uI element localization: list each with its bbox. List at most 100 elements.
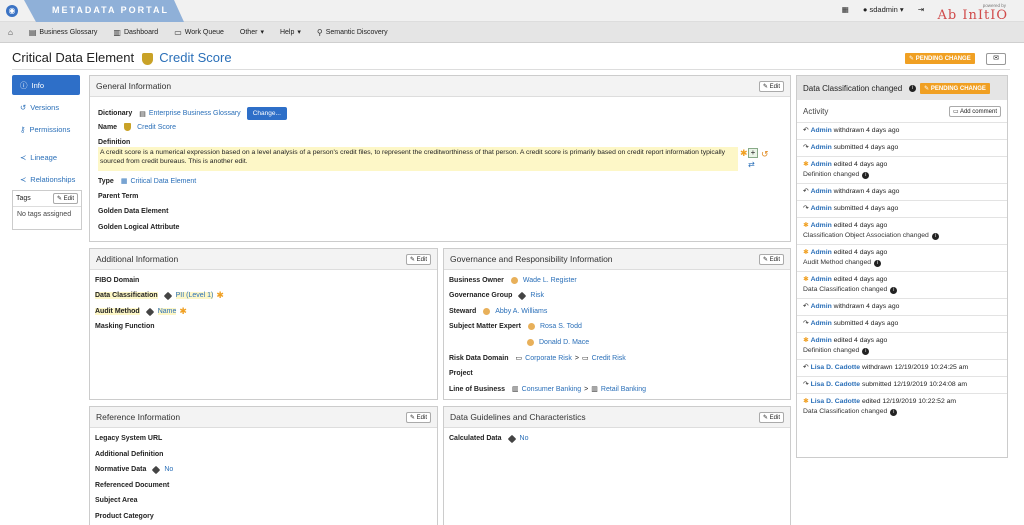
info-icon[interactable]: i xyxy=(890,409,898,416)
leftnav-permissions[interactable]: ⚷ Permissions xyxy=(12,119,80,139)
activity-item: ↷ Admin submitted 4 days ago xyxy=(797,139,1007,156)
nav-business-glossary[interactable]: ▤ Business Glossary xyxy=(21,22,106,43)
calc-link[interactable]: No xyxy=(520,435,529,442)
user-menu[interactable]: ● sdadmin ▾ xyxy=(863,5,904,14)
home-icon: ⌂ xyxy=(8,27,13,37)
swap-icon[interactable]: ⇄ xyxy=(748,160,755,169)
activity-user-link[interactable]: Admin xyxy=(811,303,832,310)
info-icon[interactable]: i xyxy=(931,233,939,240)
brand-name: Ab InItIO xyxy=(937,8,1008,23)
add-comment-button[interactable]: ▭ Add comment xyxy=(948,105,1001,117)
activity-user-link[interactable]: Lisa D. Cadotte xyxy=(811,398,860,405)
activity-user-link[interactable]: Lisa D. Cadotte xyxy=(811,381,860,388)
info-icon[interactable]: i xyxy=(890,287,898,294)
edit-label: Edit xyxy=(769,83,780,90)
asterisk-icon: ✱ xyxy=(803,161,811,168)
add-icon[interactable]: + xyxy=(748,148,758,158)
risk-link-2[interactable]: Credit Risk xyxy=(592,355,626,362)
tags-edit-button[interactable]: ✎ Edit xyxy=(52,193,78,204)
lob-link-2[interactable]: Retail Banking xyxy=(601,386,646,393)
audit-link[interactable]: Name xyxy=(157,308,177,315)
change-button[interactable]: Change... xyxy=(246,107,287,120)
activity-user-link[interactable]: Admin xyxy=(811,276,832,283)
activity-item: ↶ Admin withdrawn 4 days ago xyxy=(797,298,1007,315)
activity-item: ✱ Admin edited 4 days ago Classification … xyxy=(797,217,1007,244)
sme-link-1[interactable]: Rosa S. Todd xyxy=(540,323,582,330)
activity-user-link[interactable]: Admin xyxy=(811,161,832,168)
activity-user-link[interactable]: Admin xyxy=(811,249,832,256)
risk-separator: > xyxy=(574,354,579,362)
activity-action: submitted 12/19/2019 10:24:08 am xyxy=(861,381,968,388)
normative-link[interactable]: No xyxy=(164,466,173,473)
info-icon[interactable]: i xyxy=(862,348,870,355)
activity-action: edited 4 days ago xyxy=(833,337,888,344)
page-header: Critical Data Element Credit Score xyxy=(12,50,232,66)
name-link[interactable]: Credit Score xyxy=(137,124,176,131)
activity-action: submitted 4 days ago xyxy=(833,144,899,151)
risk-link-1[interactable]: Corporate Risk xyxy=(525,355,572,362)
owner-link[interactable]: Wade L. Register xyxy=(523,277,577,284)
person-icon xyxy=(527,339,534,346)
nav-work-queue[interactable]: ▭ Work Queue xyxy=(166,22,232,43)
activity-action: submitted 4 days ago xyxy=(833,205,899,212)
nav-help[interactable]: Help ▾ xyxy=(272,22,309,43)
asterisk-icon: ✱ xyxy=(803,222,811,229)
info-icon[interactable]: i xyxy=(909,84,917,92)
activity-user-link[interactable]: Admin xyxy=(811,222,832,229)
activity-detail: Data Classification changed xyxy=(803,408,888,415)
group-link[interactable]: Risk xyxy=(530,292,544,299)
calendar-icon[interactable]: ▦ xyxy=(842,5,849,14)
pending-change-badge[interactable]: ✎ PENDING CHANGE xyxy=(905,53,975,64)
steward-label: Steward xyxy=(449,308,477,315)
pending-change-badge[interactable]: ✎ PENDING CHANGE xyxy=(920,82,990,94)
activity-item: ↶ Admin withdrawn 4 days ago xyxy=(797,122,1007,139)
nav-dashboard[interactable]: ▥ Dashboard xyxy=(105,22,166,43)
leftnav-relationships[interactable]: ≺ Relationships xyxy=(12,169,80,189)
chevron-down-icon: ▾ xyxy=(260,29,264,36)
activity-user-link[interactable]: Admin xyxy=(811,127,832,134)
activity-user-link[interactable]: Admin xyxy=(811,144,832,151)
activity-user-link[interactable]: Admin xyxy=(811,205,832,212)
steward-link[interactable]: Abby A. Williams xyxy=(495,308,547,315)
activity-user-link[interactable]: Admin xyxy=(811,337,832,344)
app-logo-icon[interactable]: ◉ xyxy=(6,5,18,17)
governance-edit-button[interactable]: ✎ Edit xyxy=(758,253,784,265)
asterisk-icon: ✱ xyxy=(803,276,811,283)
history-icon: ↺ xyxy=(20,102,27,112)
activity-action: edited 4 days ago xyxy=(833,222,888,229)
reply-icon: ↶ xyxy=(803,127,811,134)
lob-link-1[interactable]: Consumer Banking xyxy=(522,386,582,393)
brand-logo: powered by Ab InItIO xyxy=(936,2,1016,23)
activity-user-link[interactable]: Admin xyxy=(811,320,832,327)
nav-label: Business Glossary xyxy=(39,28,98,36)
reference-edit-button[interactable]: ✎ Edit xyxy=(405,411,431,423)
type-link[interactable]: Critical Data Element xyxy=(130,178,196,185)
info-icon[interactable]: i xyxy=(874,260,882,267)
info-icon: ⓘ xyxy=(20,80,28,90)
building-icon: ▥ xyxy=(591,386,598,393)
activity-item: ✱ Admin edited 4 days ago Definition chan… xyxy=(797,332,1007,359)
logout-icon[interactable]: ⇥ xyxy=(918,5,924,14)
page-subtitle: Credit Score xyxy=(159,50,232,65)
data-class-link[interactable]: PII (Level 1) xyxy=(175,292,214,299)
info-icon[interactable]: i xyxy=(862,172,870,179)
dictionary-link[interactable]: Enterprise Business Glossary xyxy=(149,110,241,117)
home-button[interactable]: ⌂ xyxy=(0,22,21,43)
general-edit-button[interactable]: ✎ Edit xyxy=(758,80,784,92)
leftnav-lineage[interactable]: ≺ Lineage xyxy=(12,147,80,167)
leftnav-versions[interactable]: ↺ Versions xyxy=(12,97,80,117)
guidelines-edit-button[interactable]: ✎ Edit xyxy=(758,411,784,423)
activity-detail: Audit Method changed xyxy=(803,259,872,266)
additional-edit-button[interactable]: ✎ Edit xyxy=(405,253,431,265)
activity-user-link[interactable]: Admin xyxy=(811,188,832,195)
undo-icon[interactable]: ↺ xyxy=(761,149,769,160)
activity-action: edited 4 days ago xyxy=(833,249,888,256)
leftnav-info[interactable]: ⓘ Info xyxy=(12,75,80,95)
activity-user-link[interactable]: Lisa D. Cadotte xyxy=(811,364,860,371)
sme-link-2[interactable]: Donald D. Mace xyxy=(539,339,589,346)
nav-other[interactable]: Other ▾ xyxy=(232,22,272,43)
email-button[interactable]: ✉ xyxy=(986,53,1006,65)
nav-semantic-discovery[interactable]: ⚲ Semantic Discovery xyxy=(309,22,396,43)
edit-label: Edit xyxy=(416,256,427,263)
pending-label: PENDING CHANGE xyxy=(930,85,986,92)
